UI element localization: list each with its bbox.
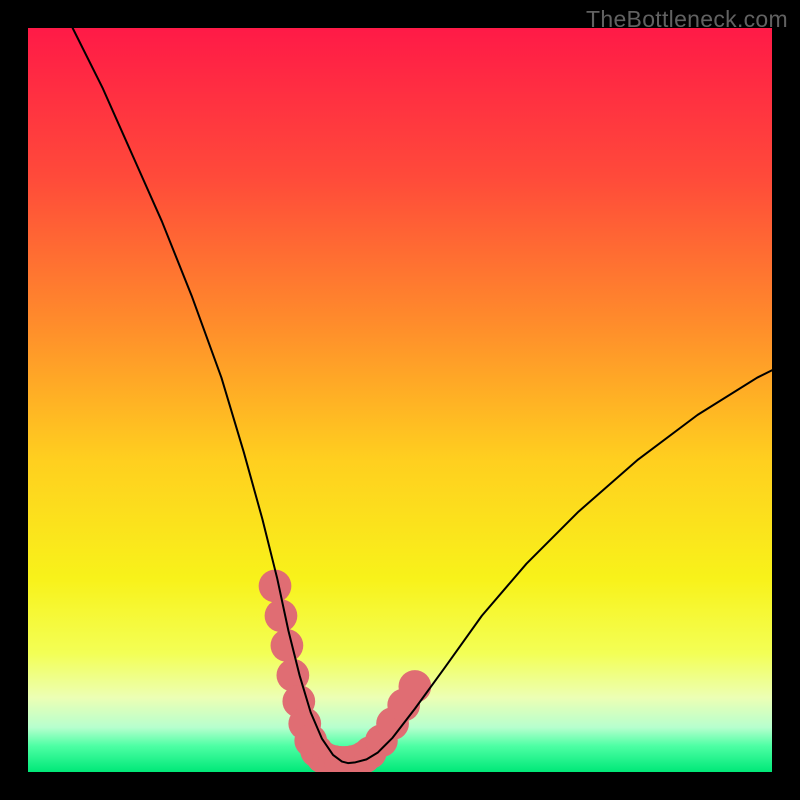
marker-dot [399,670,432,703]
marker-dot [271,629,304,662]
plot-area [28,28,772,772]
marker-dot [265,599,298,632]
gradient-background [28,28,772,772]
bottleneck-chart [28,28,772,772]
watermark-text: TheBottleneck.com [586,6,788,33]
chart-stage: TheBottleneck.com [0,0,800,800]
marker-dot [259,570,292,603]
